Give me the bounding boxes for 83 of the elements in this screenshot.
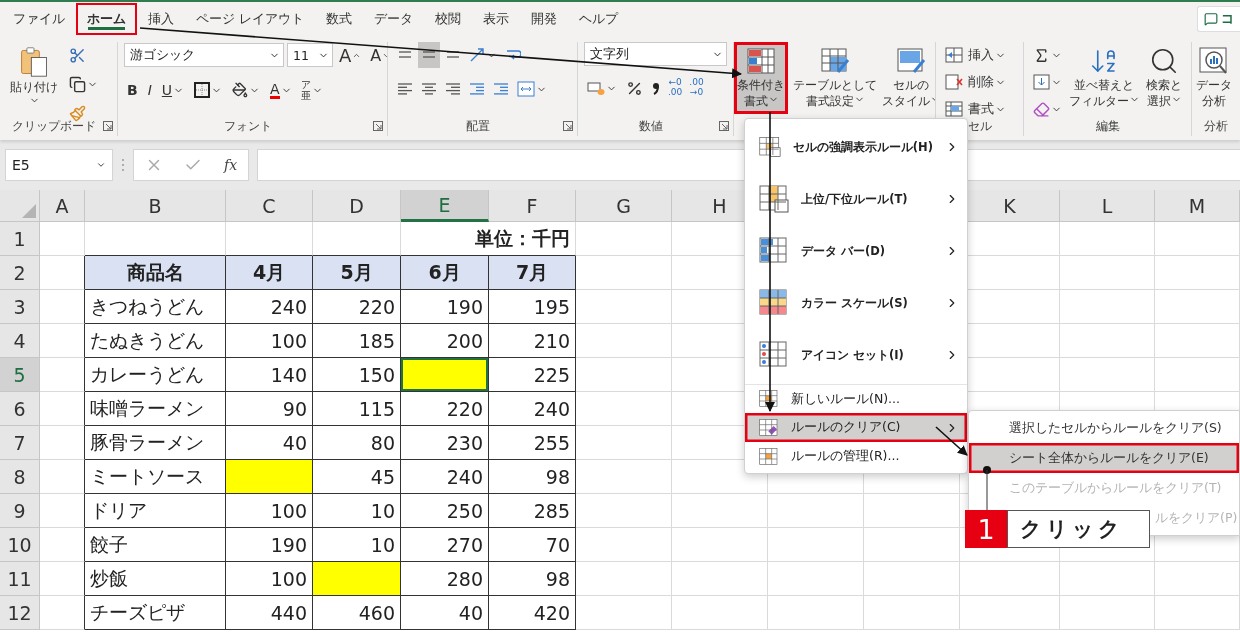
table-cell: 190 [226,528,313,562]
table-cell: 45 [313,460,401,494]
table-cell: 98 [489,562,576,596]
table-cell: 40 [401,596,489,630]
table-cell: チーズピザ [85,596,226,630]
table-header-cell: 7月 [489,256,576,290]
table-cell: 280 [401,562,489,596]
table-cell: 40 [226,426,313,460]
table-cell: 80 [313,426,401,460]
table-cell: 195 [489,290,576,324]
group-label: フォント [223,118,272,134]
table-cell: 230 [401,426,489,460]
column-header: A [40,190,85,222]
table-header-cell: 4月 [226,256,313,290]
row-header: 11 [0,562,40,596]
table-cell: ドリア [85,494,226,528]
group-label: 数値 [638,118,663,134]
table-cell: 餃子 [85,528,226,562]
table-header-cell: 5月 [313,256,401,290]
step-number: 1 [965,510,1007,548]
column-header: B [85,190,226,222]
table-cell: 240 [401,460,489,494]
column-header: F [489,190,576,222]
table-header-cell: 6月 [401,256,489,290]
table-cell: 240 [489,392,576,426]
table-cell: 420 [489,596,576,630]
column-header: E [401,190,489,222]
table-cell: 255 [489,426,576,460]
table-cell: 豚骨ラーメン [85,426,226,460]
column-header: M [1155,190,1240,222]
table-cell: ミートソース [85,460,226,494]
group-label: 編集 [1095,118,1120,134]
row-header: 3 [0,290,40,324]
table-cell: 225 [489,358,576,392]
table-cell: 150 [313,358,401,392]
row-header: 6 [0,392,40,426]
table-cell: 90 [226,392,313,426]
table-cell: 285 [489,494,576,528]
column-header: G [576,190,672,222]
table-cell: 460 [313,596,401,630]
column-header: L [1060,190,1155,222]
callout-text: クリック [1007,510,1150,548]
table-cell: 98 [489,460,576,494]
table-cell: 100 [226,562,313,596]
table-cell: 200 [401,324,489,358]
column-header: C [226,190,313,222]
table-cell: 250 [401,494,489,528]
row-header: 12 [0,596,40,630]
table-cell: 単位：千円 [401,222,576,256]
table-cell: 140 [226,358,313,392]
table-cell: 100 [226,494,313,528]
table-cell: 70 [489,528,576,562]
table-cell: 440 [226,596,313,630]
row-header: 7 [0,426,40,460]
row-header: 10 [0,528,40,562]
column-header: D [313,190,401,222]
row-header: 5 [0,358,40,392]
table-cell: 味噌ラーメン [85,392,226,426]
table-cell: 10 [313,494,401,528]
table-header-cell: 商品名 [85,256,226,290]
table-cell: 炒飯 [85,562,226,596]
table-cell: 220 [401,392,489,426]
table-cell: たぬきうどん [85,324,226,358]
table-cell: 220 [313,290,401,324]
row-header: 1 [0,222,40,256]
row-header: 2 [0,256,40,290]
table-cell: 115 [313,392,401,426]
row-header: 9 [0,494,40,528]
table-cell: 185 [313,324,401,358]
table-cell: きつねうどん [85,290,226,324]
table-cell: カレーうどん [85,358,226,392]
row-header: 4 [0,324,40,358]
table-cell: 190 [401,290,489,324]
group-label: 分析 [1204,118,1228,134]
table-cell: 270 [401,528,489,562]
row-header: 8 [0,460,40,494]
table-cell: 10 [313,528,401,562]
group-label: セル [967,118,992,134]
table-cell: 100 [226,324,313,358]
group-label: 配置 [465,118,490,134]
table-cell: 210 [489,324,576,358]
table-cell: 240 [226,290,313,324]
group-label: クリップボード [11,118,96,134]
